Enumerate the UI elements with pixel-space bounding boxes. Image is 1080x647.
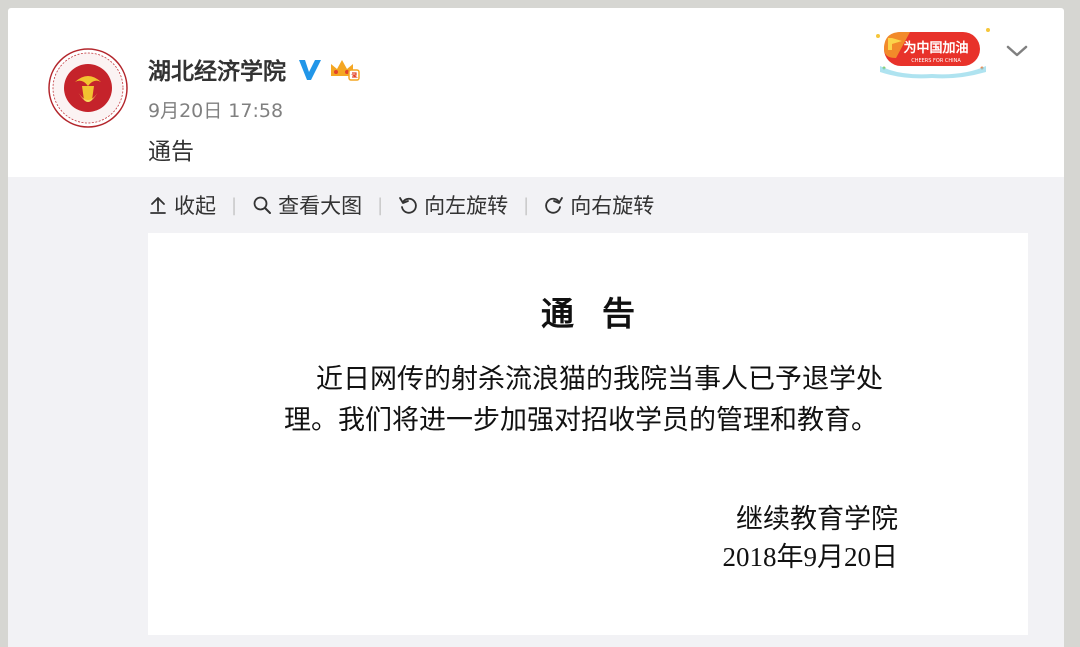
rotate-left-icon [399, 197, 417, 214]
view-large-label: 查看大图 [278, 194, 363, 218]
avatar[interactable] [48, 48, 128, 128]
collapse-button[interactable]: 收起 [148, 190, 216, 220]
badge-subtext: CHEERS FOR CHINA [911, 58, 961, 64]
notice-image[interactable]: 通告 近日网传的射杀流浪猫的我院当事人已予退学处理。我们将进一步加强对招收学员的… [148, 233, 1028, 635]
magnifier-icon [253, 196, 272, 214]
cheers-for-china-badge-icon: 为中国加油 CHEERS FOR CHINA [876, 28, 990, 79]
notice-body: 近日网传的射杀流浪猫的我院当事人已予退学处理。我们将进一步加强对招收学员的管理和… [284, 364, 883, 436]
chevron-down-icon[interactable] [1002, 36, 1032, 66]
account-name[interactable]: 湖北经济学院 [148, 52, 286, 86]
badge-text: 为中国加油 [903, 40, 968, 56]
notice-organization: 继续教育学院 [736, 504, 898, 535]
post-text: 通告 [148, 139, 194, 165]
view-large-button[interactable]: 查看大图 [252, 190, 362, 220]
notice-title: 通告 [541, 294, 663, 333]
account-name-row: 湖北经济学院 [148, 52, 360, 86]
media-viewer: 收起 | 查看大图 | 向左旋转 | 向右旋转 通告 近日网传的射杀流浪猫的我院… [8, 177, 1064, 647]
rotate-right-label: 向右旋转 [570, 194, 655, 218]
vip-crown-icon[interactable] [328, 56, 360, 82]
rotate-left-button[interactable]: 向左旋转 [398, 190, 508, 220]
post-timestamp[interactable]: 9月20日 17:58 [148, 96, 283, 123]
university-seal-icon [48, 48, 128, 128]
notice-date: 2018年9月20日 [722, 542, 899, 572]
verified-v-icon[interactable] [296, 56, 322, 82]
rotate-left-label: 向左旋转 [424, 194, 509, 218]
toolbar-separator: | [523, 194, 530, 216]
arrow-up-icon [150, 197, 166, 214]
rotate-right-icon [545, 197, 564, 214]
toolbar-separator: | [231, 194, 238, 216]
weibo-post-card: 湖北经济学院 9月20日 17:58 通告 为中国加油 CHEERS FOR C… [8, 8, 1064, 647]
media-toolbar: 收起 | 查看大图 | 向左旋转 | 向右旋转 [148, 189, 654, 221]
rotate-right-button[interactable]: 向右旋转 [544, 190, 654, 220]
collapse-label: 收起 [174, 194, 216, 218]
toolbar-separator: | [377, 194, 384, 216]
campaign-badge[interactable]: 为中国加油 CHEERS FOR CHINA [870, 16, 994, 80]
